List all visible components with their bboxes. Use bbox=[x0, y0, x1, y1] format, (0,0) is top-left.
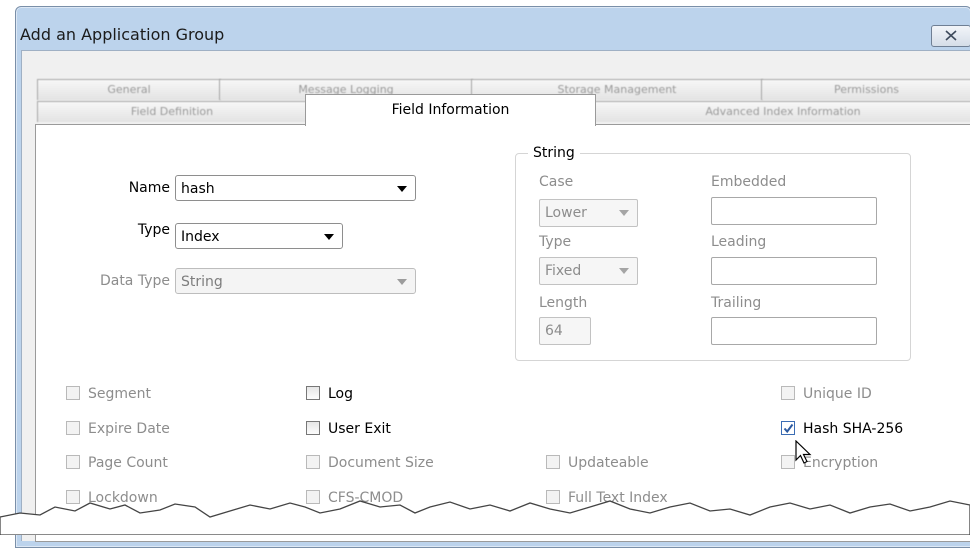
string-group-legend: String bbox=[528, 145, 580, 161]
window-title: Add an Application Group bbox=[20, 25, 225, 44]
page-count-label: Page Count bbox=[88, 455, 168, 471]
user-exit-label: User Exit bbox=[328, 421, 391, 437]
tab-advanced-index-information[interactable]: Advanced Index Information bbox=[594, 101, 970, 122]
dropdown-arrow-icon bbox=[397, 279, 407, 285]
data-type-value: String bbox=[181, 274, 223, 290]
embedded-field[interactable] bbox=[711, 197, 877, 225]
case-value: Lower bbox=[545, 205, 587, 221]
leading-field[interactable] bbox=[711, 257, 877, 285]
trailing-field[interactable] bbox=[711, 317, 877, 345]
mouse-pointer-icon bbox=[795, 440, 812, 464]
torn-edge-decoration bbox=[0, 500, 970, 535]
close-button[interactable] bbox=[931, 25, 970, 47]
hash-sha256-checkbox[interactable]: Hash SHA-256 bbox=[781, 420, 903, 438]
unique-id-label: Unique ID bbox=[803, 386, 872, 402]
case-combo: Lower bbox=[539, 199, 638, 227]
embedded-label: Embedded bbox=[711, 174, 787, 190]
string-type-combo: Fixed bbox=[539, 257, 638, 285]
tab-field-information[interactable]: Field Information bbox=[305, 94, 596, 126]
hash-sha256-label: Hash SHA-256 bbox=[803, 421, 904, 437]
expire-date-checkbox: Expire Date bbox=[66, 420, 170, 438]
data-type-label: Data Type bbox=[99, 273, 170, 289]
user-exit-checkbox[interactable]: User Exit bbox=[306, 420, 391, 438]
expire-date-label: Expire Date bbox=[88, 421, 170, 437]
document-size-label: Document Size bbox=[328, 455, 434, 471]
tab-permissions[interactable]: Permissions bbox=[761, 79, 970, 100]
unique-id-checkbox: Unique ID bbox=[781, 385, 872, 403]
updateable-checkbox: Updateable bbox=[546, 454, 649, 472]
string-type-label: Type bbox=[539, 234, 572, 250]
dropdown-arrow-icon bbox=[324, 234, 334, 240]
type-value: Index bbox=[181, 229, 220, 245]
case-label: Case bbox=[539, 174, 574, 190]
segment-label: Segment bbox=[88, 386, 151, 402]
string-type-value: Fixed bbox=[545, 263, 582, 279]
name-combo[interactable]: hash bbox=[175, 175, 416, 201]
type-combo[interactable]: Index bbox=[175, 223, 343, 249]
name-label: Name bbox=[128, 180, 170, 196]
trailing-label: Trailing bbox=[711, 295, 762, 311]
tab-general[interactable]: General bbox=[37, 79, 221, 100]
data-type-combo: String bbox=[175, 268, 416, 294]
segment-checkbox: Segment bbox=[66, 385, 151, 403]
close-icon bbox=[945, 30, 957, 41]
updateable-label: Updateable bbox=[568, 455, 649, 471]
name-value: hash bbox=[181, 181, 215, 197]
page-count-checkbox: Page Count bbox=[66, 454, 168, 472]
length-label: Length bbox=[539, 295, 588, 311]
document-size-checkbox: Document Size bbox=[306, 454, 434, 472]
dropdown-arrow-icon bbox=[397, 186, 407, 192]
log-checkbox[interactable]: Log bbox=[306, 385, 353, 403]
tab-field-definition[interactable]: Field Definition bbox=[37, 101, 307, 122]
dropdown-arrow-icon bbox=[619, 210, 629, 216]
length-field: 64 bbox=[539, 317, 591, 345]
type-label: Type bbox=[137, 222, 170, 238]
checkmark-icon bbox=[783, 423, 794, 434]
dropdown-arrow-icon bbox=[619, 268, 629, 274]
log-label: Log bbox=[328, 386, 354, 402]
leading-label: Leading bbox=[711, 234, 767, 250]
